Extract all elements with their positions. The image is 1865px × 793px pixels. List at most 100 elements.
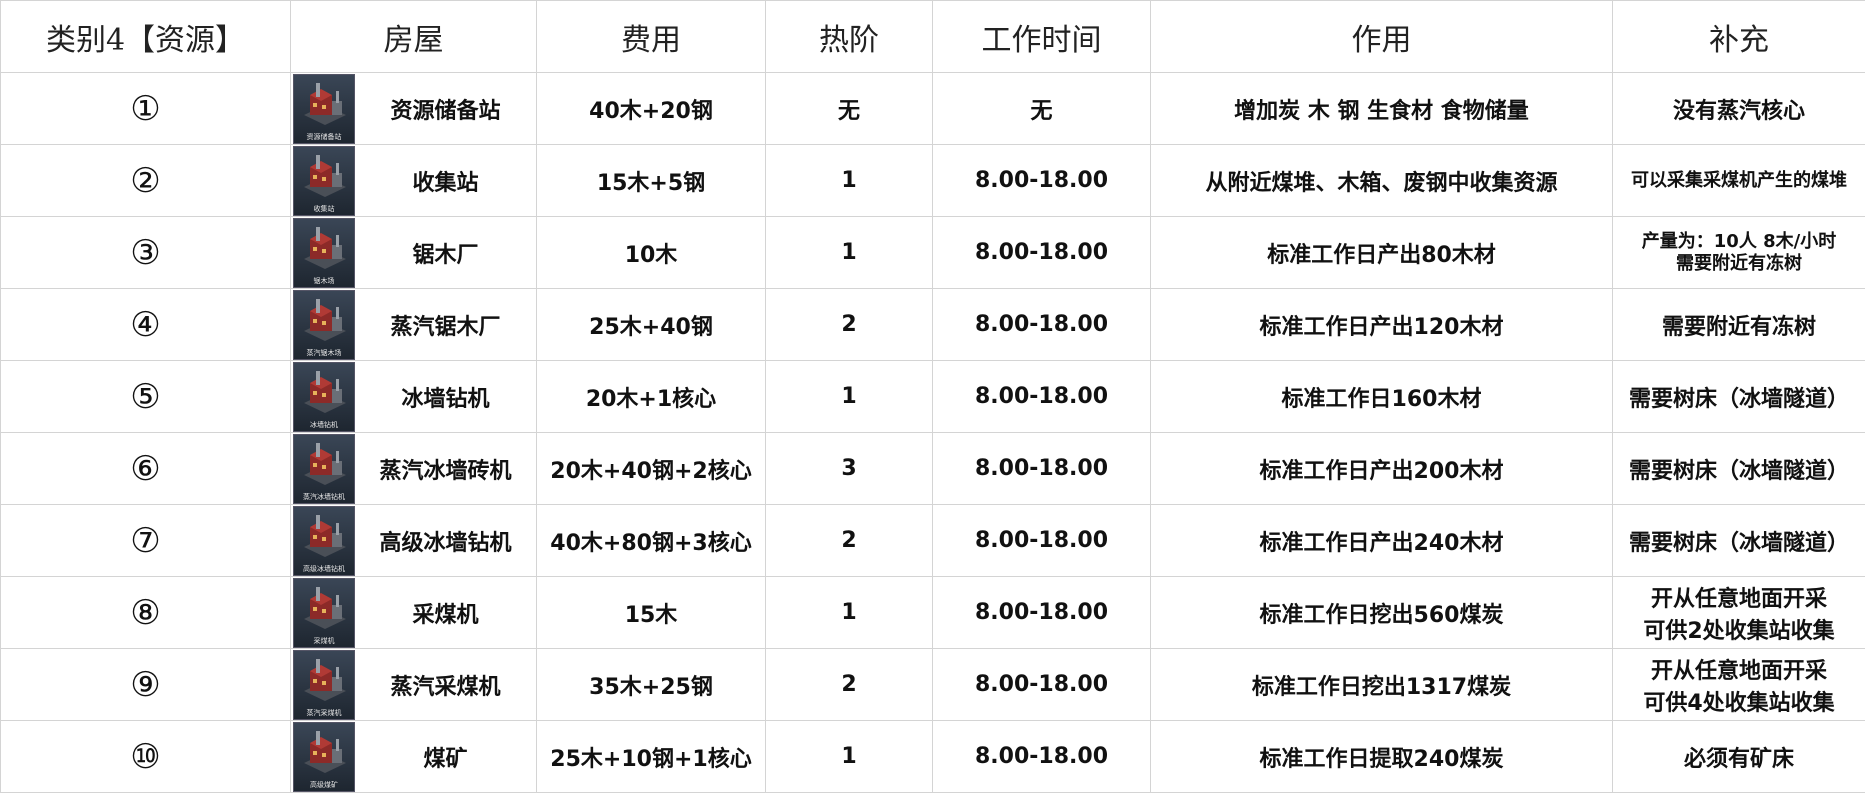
- cost-cell: 20木+1核心: [536, 360, 766, 433]
- note-cell: 开从任意地面开采 可供4处收集站收集: [1612, 648, 1865, 721]
- cost-cell: 15木+5钢: [536, 144, 766, 217]
- house-name: 蒸汽采煤机: [390, 674, 501, 700]
- note-line: 产量为：10人 8木/小时: [1641, 230, 1837, 252]
- table-row: ④ 蒸汽锯木场 蒸汽锯木厂 25木+40钢 2 8.00-18.00 标准工作日产出120木…: [0, 288, 1865, 361]
- house-cell: 采煤机 采煤机: [290, 576, 537, 649]
- thumbnail-caption: 高级冰墙钻机: [303, 565, 345, 573]
- building-thumbnail-icon: 冰墙钻机: [293, 362, 355, 432]
- row-number: ⑤: [0, 360, 291, 433]
- note-line: 没有蒸汽核心: [1672, 98, 1805, 124]
- building-thumbnail-icon: 蒸汽冰墙钻机: [293, 434, 355, 504]
- heat-level-cell: 1: [765, 144, 933, 217]
- header-house: 房屋: [290, 0, 537, 73]
- thumbnail-caption: 采煤机: [313, 637, 335, 645]
- note-line: 必须有矿床: [1683, 746, 1794, 772]
- house-cell: 蒸汽锯木场 蒸汽锯木厂: [290, 288, 537, 361]
- work-time-cell: 无: [932, 72, 1151, 145]
- note-line: 需要附近有冻树: [1661, 314, 1816, 340]
- cost-cell: 25木+10钢+1核心: [536, 720, 766, 793]
- house-name: 蒸汽锯木厂: [390, 314, 501, 340]
- building-thumbnail-icon: 采煤机: [293, 578, 355, 648]
- heat-level-cell: 1: [765, 720, 933, 793]
- table-row: ② 收集站 收集站 15木+5钢 1 8.00-18.00 从附近煤堆、木箱、废钢中收集资源…: [0, 144, 1865, 217]
- cost-cell: 10木: [536, 216, 766, 289]
- effect-cell: 标准工作日产出120木材: [1150, 288, 1613, 361]
- note-cell: 产量为：10人 8木/小时 需要附近有冻树: [1612, 216, 1865, 289]
- header-category: 类别4【资源】: [0, 0, 291, 73]
- building-thumbnail-icon: 蒸汽采煤机: [293, 650, 355, 720]
- building-thumbnail-icon: 收集站: [293, 146, 355, 216]
- thumbnail-caption: 收集站: [313, 205, 335, 213]
- house-name: 资源储备站: [390, 98, 501, 124]
- table-row: ⑤ 冰墙钻机 冰墙钻机 20木+1核心 1 8.00-18.00 标准工作日160木材 需要树…: [0, 360, 1865, 433]
- house-cell: 资源储备站 资源储备站: [290, 72, 537, 145]
- work-time-cell: 8.00-18.00: [932, 504, 1151, 577]
- thumbnail-caption: 冰墙钻机: [310, 421, 338, 429]
- cost-cell: 40木+80钢+3核心: [536, 504, 766, 577]
- thumbnail-caption: 蒸汽冰墙钻机: [303, 493, 345, 501]
- header-cost: 费用: [536, 0, 766, 73]
- house-name: 采煤机: [412, 602, 479, 628]
- work-time-cell: 8.00-18.00: [932, 648, 1151, 721]
- table-row: ⑦ 高级冰墙钻机 高级冰墙钻机 40木+80钢+3核心 2 8.00-18.00 标准工作日…: [0, 504, 1865, 577]
- note-cell: 没有蒸汽核心: [1612, 72, 1865, 145]
- heat-level-cell: 3: [765, 432, 933, 505]
- house-name: 收集站: [412, 170, 479, 196]
- cost-cell: 25木+40钢: [536, 288, 766, 361]
- cost-cell: 20木+40钢+2核心: [536, 432, 766, 505]
- note-cell: 需要树床（冰墙隧道）: [1612, 432, 1865, 505]
- house-cell: 蒸汽采煤机 蒸汽采煤机: [290, 648, 537, 721]
- table-row: ③ 锯木场 锯木厂 10木 1 8.00-18.00 标准工作日产出80木材 产量为：10人 …: [0, 216, 1865, 289]
- work-time-cell: 8.00-18.00: [932, 144, 1151, 217]
- row-number: ⑥: [0, 432, 291, 505]
- effect-cell: 标准工作日产出80木材: [1150, 216, 1613, 289]
- header-row: 类别4【资源】 房屋 费用 热阶 工作时间 作用 补充: [0, 0, 1865, 73]
- heat-level-cell: 2: [765, 504, 933, 577]
- note-line: 开从任意地面开采: [1650, 586, 1827, 612]
- cost-cell: 40木+20钢: [536, 72, 766, 145]
- cost-cell: 15木: [536, 576, 766, 649]
- building-thumbnail-icon: 蒸汽锯木场: [293, 290, 355, 360]
- work-time-cell: 8.00-18.00: [932, 216, 1151, 289]
- note-cell: 开从任意地面开采 可供2处收集站收集: [1612, 576, 1865, 649]
- house-name: 蒸汽冰墙砖机: [379, 458, 512, 484]
- note-cell: 需要树床（冰墙隧道）: [1612, 504, 1865, 577]
- house-cell: 收集站 收集站: [290, 144, 537, 217]
- building-thumbnail-icon: 高级煤矿: [293, 722, 355, 792]
- note-line: 需要树床（冰墙隧道）: [1628, 386, 1849, 412]
- building-thumbnail-icon: 锯木场: [293, 218, 355, 288]
- effect-cell: 标准工作日挖出560煤炭: [1150, 576, 1613, 649]
- header-work-time: 工作时间: [932, 0, 1151, 73]
- note-line: 可供2处收集站收集: [1643, 618, 1835, 644]
- house-cell: 高级煤矿 煤矿: [290, 720, 537, 793]
- work-time-cell: 8.00-18.00: [932, 432, 1151, 505]
- effect-cell: 标准工作日挖出1317煤炭: [1150, 648, 1613, 721]
- thumbnail-caption: 蒸汽锯木场: [306, 349, 342, 357]
- note-cell: 需要附近有冻树: [1612, 288, 1865, 361]
- note-line: 需要附近有冻树: [1676, 252, 1802, 274]
- note-line: 需要树床（冰墙隧道）: [1628, 530, 1849, 556]
- row-number: ⑨: [0, 648, 291, 721]
- note-line: 开从任意地面开采: [1650, 658, 1827, 684]
- house-cell: 蒸汽冰墙钻机 蒸汽冰墙砖机: [290, 432, 537, 505]
- heat-level-cell: 2: [765, 288, 933, 361]
- cost-cell: 35木+25钢: [536, 648, 766, 721]
- note-line: 可以采集采煤机产生的煤堆: [1631, 169, 1847, 191]
- note-cell: 需要树床（冰墙隧道）: [1612, 360, 1865, 433]
- heat-level-cell: 1: [765, 360, 933, 433]
- house-cell: 冰墙钻机 冰墙钻机: [290, 360, 537, 433]
- work-time-cell: 8.00-18.00: [932, 288, 1151, 361]
- note-cell: 必须有矿床: [1612, 720, 1865, 793]
- note-line: 可供4处收集站收集: [1643, 690, 1835, 716]
- row-number: ⑧: [0, 576, 291, 649]
- work-time-cell: 8.00-18.00: [932, 576, 1151, 649]
- work-time-cell: 8.00-18.00: [932, 720, 1151, 793]
- row-number: ①: [0, 72, 291, 145]
- house-cell: 高级冰墙钻机 高级冰墙钻机: [290, 504, 537, 577]
- row-number: ⑩: [0, 720, 291, 793]
- table-row: ⑧ 采煤机 采煤机 15木 1 8.00-18.00 标准工作日挖出560煤炭 开从任意地面开…: [0, 576, 1865, 649]
- house-name: 煤矿: [423, 746, 468, 772]
- heat-level-cell: 1: [765, 216, 933, 289]
- note-cell: 可以采集采煤机产生的煤堆: [1612, 144, 1865, 217]
- resource-buildings-table: 类别4【资源】 房屋 费用 热阶 工作时间 作用 补充 ① 资源储备站 资源储备站 4…: [0, 0, 1865, 793]
